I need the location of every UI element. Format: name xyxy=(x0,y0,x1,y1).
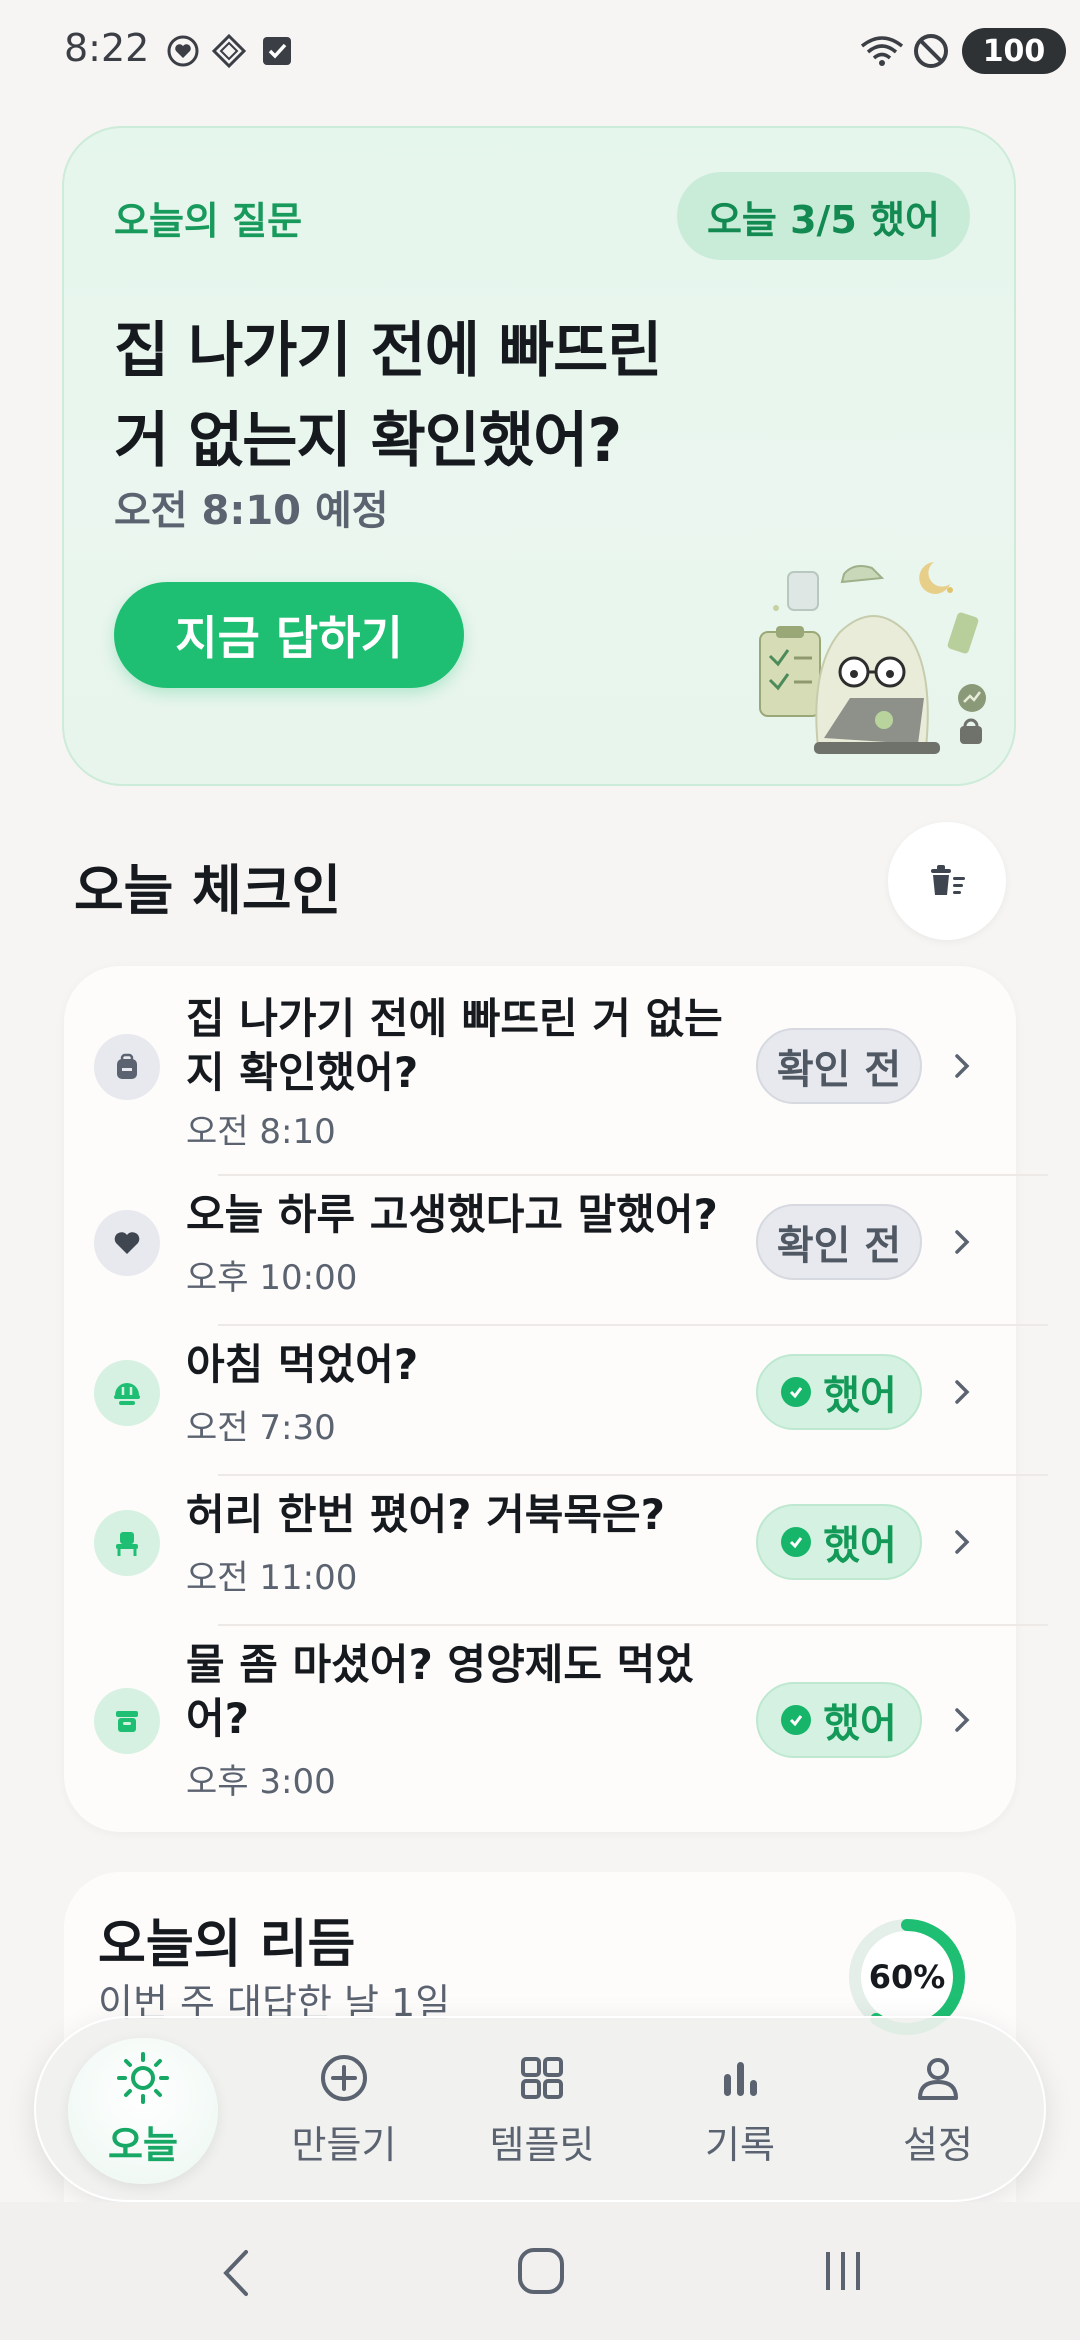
status-label: 했어 xyxy=(823,1701,897,1747)
checkin-title: 아침 먹었어? xyxy=(186,1338,746,1392)
row-icon-container xyxy=(94,1688,160,1754)
checkin-list: 집 나가기 전에 빠뜨린 거 없는 지 확인했어? 오전 8:10 확인 전 오… xyxy=(64,966,1048,1832)
nav-tab-settings[interactable]: 설정 xyxy=(858,2018,1018,2200)
checkin-time: 오전 8:10 xyxy=(186,1112,336,1152)
nav-label: 설정 xyxy=(903,2122,973,2167)
plus-circle-icon xyxy=(321,2054,367,2101)
nav-tab-create[interactable]: 만들기 xyxy=(264,2018,424,2200)
checkin-title-line: 지 확인했어? xyxy=(186,1048,419,1097)
sun-icon xyxy=(117,2051,169,2104)
section-title-checkin: 오늘 체크인 xyxy=(74,859,342,922)
trash-list-icon xyxy=(931,865,965,895)
status-label: 확인 전 xyxy=(776,1047,902,1093)
chair-icon xyxy=(116,1532,138,1556)
checkin-title-line: 허리 한번 폈어? 거북목은? xyxy=(186,1490,665,1539)
bottom-navigation: 오늘 만들기 템플릿 기록 설정 xyxy=(34,2016,1046,2202)
backpack-icon xyxy=(117,1053,137,1079)
check-circle-icon xyxy=(781,1527,812,1557)
check-circle-icon xyxy=(781,1705,812,1735)
user-icon xyxy=(918,2057,958,2100)
bar-chart-icon xyxy=(724,2061,757,2096)
checkin-time: 오전 11:00 xyxy=(186,1558,358,1598)
answer-now-button[interactable]: 지금 답하기 xyxy=(114,582,464,688)
chevron-right-icon[interactable] xyxy=(948,1378,976,1406)
divider xyxy=(218,1174,1048,1176)
chevron-right-icon[interactable] xyxy=(948,1228,976,1256)
home-icon[interactable] xyxy=(516,2246,566,2296)
checkin-title: 허리 한번 폈어? 거북목은? xyxy=(186,1488,746,1542)
question-schedule: 오전 8:10 예정 xyxy=(114,488,389,534)
status-pill-done[interactable]: 했어 xyxy=(756,1504,922,1580)
check-circle-icon xyxy=(781,1377,812,1407)
checkin-time: 오후 3:00 xyxy=(186,1762,336,1802)
diamond-pattern-icon xyxy=(212,34,246,68)
checkin-title-line: 집 나가기 전에 빠뜨린 거 없는 xyxy=(186,994,723,1043)
question-line-1: 집 나가기 전에 빠뜨린 xyxy=(114,316,662,386)
checkin-time: 오전 7:30 xyxy=(186,1408,336,1448)
chevron-right-icon[interactable] xyxy=(948,1052,976,1080)
nav-label: 오늘 xyxy=(108,2122,178,2167)
nav-tab-records[interactable]: 기록 xyxy=(660,2018,820,2200)
nav-label: 기록 xyxy=(705,2122,775,2167)
nav-tab-today[interactable]: 오늘 xyxy=(63,2018,223,2200)
checkin-title-line: 아침 먹었어? xyxy=(186,1340,419,1389)
chevron-right-icon[interactable] xyxy=(948,1528,976,1556)
checkin-title-line: 물 좀 마셨어? 영양제도 먹었 xyxy=(186,1640,694,1689)
status-pill-done[interactable]: 했어 xyxy=(756,1354,922,1430)
checkin-row[interactable]: 오늘 하루 고생했다고 말했어? 오후 10:00 확인 전 xyxy=(64,1190,1016,1298)
heart-badge-icon xyxy=(167,35,199,67)
battery-indicator: 100 xyxy=(962,28,1066,74)
row-icon-container xyxy=(94,1210,160,1276)
checkbox-icon xyxy=(263,37,291,65)
checkin-row[interactable]: 아침 먹었어? 오전 7:30 했어 xyxy=(64,1340,1016,1448)
status-label: 했어 xyxy=(823,1523,897,1569)
question-text: 집 나가기 전에 빠뜨린 거 없는지 확인했어? xyxy=(114,306,754,486)
status-pill-pending[interactable]: 확인 전 xyxy=(756,1204,922,1280)
system-navigation-bar xyxy=(0,2202,1080,2340)
checkin-time: 오후 10:00 xyxy=(186,1258,358,1298)
nav-tab-templates[interactable]: 템플릿 xyxy=(462,2018,622,2200)
chevron-right-icon[interactable] xyxy=(948,1706,976,1734)
nav-label: 만들기 xyxy=(291,2122,397,2167)
status-pill-pending[interactable]: 확인 전 xyxy=(756,1028,922,1104)
grid-icon xyxy=(521,2056,563,2099)
divider xyxy=(218,1624,1048,1626)
checkin-row[interactable]: 집 나가기 전에 빠뜨린 거 없는 지 확인했어? 오전 8:10 확인 전 xyxy=(64,992,1016,1152)
checkin-title: 집 나가기 전에 빠뜨린 거 없는 지 확인했어? xyxy=(186,992,746,1100)
meal-icon xyxy=(114,1383,140,1405)
pill-box-icon xyxy=(116,1711,138,1732)
wifi-icon xyxy=(860,36,904,66)
status-time: 8:22 xyxy=(64,26,150,70)
rhythm-title: 오늘의 리듬 xyxy=(98,1915,356,1975)
status-bar: 8:22 100 xyxy=(0,0,1080,104)
row-icon-container xyxy=(94,1034,160,1100)
nav-label: 템플릿 xyxy=(489,2122,595,2167)
clear-checkins-button[interactable] xyxy=(888,822,1006,940)
checkin-title: 물 좀 마셨어? 영양제도 먹었 어? xyxy=(186,1638,746,1746)
checkin-title-line: 어? xyxy=(186,1694,250,1743)
todays-question-card: 오늘의 질문 오늘 3/5 했어 집 나가기 전에 빠뜨린 거 없는지 확인했어… xyxy=(62,126,1016,786)
todays-question-label: 오늘의 질문 xyxy=(114,199,303,243)
do-not-disturb-icon xyxy=(914,34,948,68)
row-icon-container xyxy=(94,1360,160,1426)
mascot-illustration xyxy=(759,562,986,754)
checkin-row[interactable]: 허리 한번 폈어? 거북목은? 오전 11:00 했어 xyxy=(64,1490,1016,1598)
divider xyxy=(218,1474,1048,1476)
status-label: 확인 전 xyxy=(776,1223,902,1269)
status-pill-done[interactable]: 했어 xyxy=(756,1682,922,1758)
back-icon[interactable] xyxy=(216,2248,256,2298)
checkin-title-line: 오늘 하루 고생했다고 말했어? xyxy=(186,1190,718,1239)
heart-icon xyxy=(114,1232,140,1254)
divider xyxy=(218,1324,1048,1326)
percent-label: 60% xyxy=(869,1958,946,1996)
checkin-title: 오늘 하루 고생했다고 말했어? xyxy=(186,1188,746,1242)
question-line-2: 거 없는지 확인했어? xyxy=(114,406,622,476)
recent-apps-icon[interactable] xyxy=(820,2248,866,2294)
checkin-row[interactable]: 물 좀 마셨어? 영양제도 먹었 어? 오후 3:00 했어 xyxy=(64,1640,1016,1812)
row-icon-container xyxy=(94,1510,160,1576)
status-label: 했어 xyxy=(823,1373,897,1419)
progress-badge: 오늘 3/5 했어 xyxy=(676,172,970,260)
